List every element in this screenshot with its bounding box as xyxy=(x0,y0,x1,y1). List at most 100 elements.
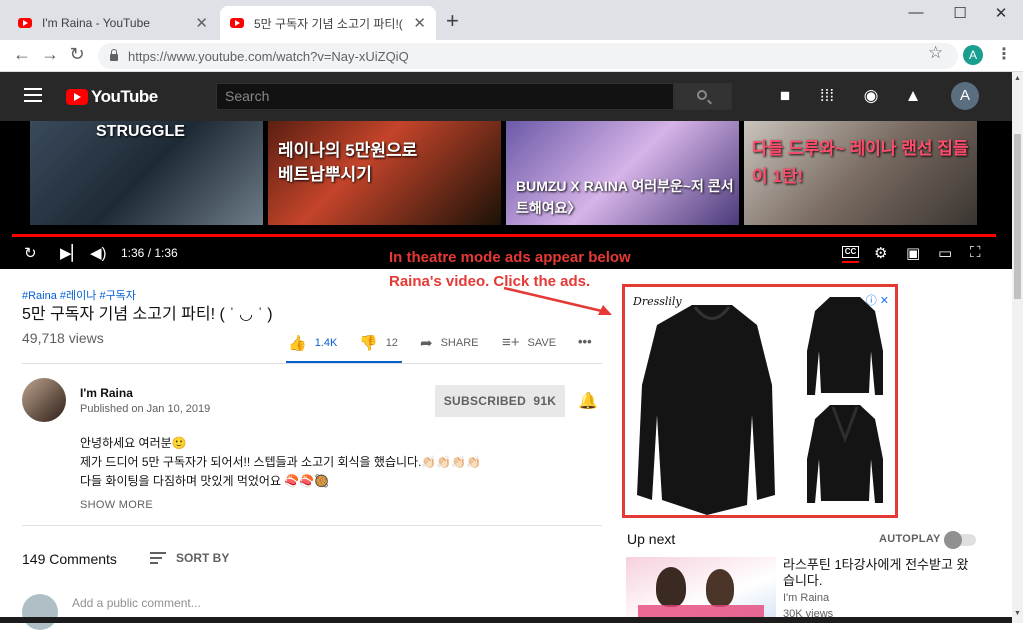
bookmark-star-icon[interactable]: ☆ xyxy=(928,43,943,63)
taskbar-edge xyxy=(0,617,1012,623)
subtitles-active-indicator xyxy=(842,261,859,263)
endscreen-video-3[interactable]: BUMZU X RAINA 여러부운~저 콘서트해여요〉 xyxy=(506,121,739,225)
autoplay-toggle[interactable] xyxy=(944,531,976,549)
logo-text: YouTube xyxy=(91,87,158,106)
up-next-heading: Up next xyxy=(627,531,676,547)
share-button[interactable]: ➦ SHARE xyxy=(420,334,478,352)
sort-label: SORT BY xyxy=(176,551,230,565)
next-video-thumbnail[interactable] xyxy=(626,557,776,623)
lock-icon xyxy=(110,49,118,61)
tab-title: I'm Raina - YouTube xyxy=(42,16,150,30)
subtitles-button[interactable]: CC xyxy=(842,246,859,258)
browser-toolbar: ← → ↻ https://www.youtube.com/watch?v=Na… xyxy=(0,40,1023,72)
scrollbar-thumb[interactable] xyxy=(1014,134,1021,299)
page-scrollbar[interactable]: ▲ ▼ xyxy=(1012,72,1023,623)
tab-close-icon[interactable]: ✕ xyxy=(413,14,426,32)
forward-arrow-icon[interactable]: → xyxy=(38,44,62,65)
sort-by-button[interactable]: SORT BY xyxy=(150,551,229,565)
replay-icon[interactable]: ↻ xyxy=(24,244,37,262)
display-ad[interactable]: Dresslily ⓘ ✕ xyxy=(622,284,898,518)
publish-date: Published on Jan 10, 2019 xyxy=(80,403,211,415)
close-window-button[interactable]: ✕ xyxy=(986,4,1016,22)
next-video-icon[interactable]: ▶▏ xyxy=(60,244,83,262)
comments-count: 149 Comments xyxy=(22,551,117,567)
channel-name[interactable]: I'm Raina xyxy=(80,386,133,400)
profile-avatar[interactable]: A xyxy=(963,45,983,65)
youtube-favicon-icon xyxy=(18,18,32,28)
account-avatar[interactable]: A xyxy=(951,82,979,110)
time-display: 1:36 / 1:36 xyxy=(121,246,178,260)
theatre-mode-icon[interactable]: ▭ xyxy=(938,244,952,262)
progress-bar[interactable] xyxy=(12,234,996,237)
sort-icon xyxy=(150,552,166,564)
endscreen-video-2[interactable]: 레이나의 5만원으로 베트남뿌시기 xyxy=(268,121,501,225)
tab-im-raina[interactable]: I'm Raina - YouTube ✕ xyxy=(8,6,218,40)
next-video-title[interactable]: 라스푸틴 1타강사에게 전수받고 왔습니다. xyxy=(783,557,973,589)
miniplayer-icon[interactable]: ▣ xyxy=(906,244,920,262)
show-more-button[interactable]: SHOW MORE xyxy=(80,499,153,511)
messages-icon[interactable]: ◉ xyxy=(860,86,882,106)
search-button[interactable] xyxy=(674,83,732,110)
notification-bell-icon[interactable]: 🔔 xyxy=(578,391,598,411)
youtube-logo[interactable]: YouTube xyxy=(66,87,158,107)
ad-product-image xyxy=(637,305,775,515)
subscribe-label: SUBSCRIBED xyxy=(443,394,527,408)
tab-video[interactable]: 5만 구독자 기념 소고기 파티!( ˈ ◡ ˈ ) - YouTube ✕ xyxy=(220,6,436,40)
new-tab-button[interactable]: + xyxy=(446,8,459,34)
like-button[interactable]: 👍 1.4K xyxy=(288,334,337,352)
toggle-knob xyxy=(944,531,962,549)
reload-icon[interactable]: ↻ xyxy=(65,44,89,65)
maximize-button[interactable]: ☐ xyxy=(945,4,975,22)
user-avatar xyxy=(22,594,58,630)
save-button[interactable]: ≡+ SAVE xyxy=(502,334,556,351)
fullscreen-icon[interactable]: ⛶ xyxy=(970,244,981,261)
like-count: 1.4K xyxy=(314,337,338,349)
video-description: 안녕하세요 여러분🙂 제가 드디어 5만 구독자가 되어서!! 스텝들과 소고기… xyxy=(80,434,481,491)
apps-grid-icon[interactable]: ⁞⁞⁞ xyxy=(816,86,838,106)
notifications-bell-icon[interactable]: ▲ xyxy=(902,86,924,106)
create-video-icon[interactable]: ■ xyxy=(774,86,796,106)
address-bar[interactable]: https://www.youtube.com/watch?v=Nay-xUiZ… xyxy=(98,43,958,69)
scroll-up-arrow-icon[interactable]: ▲ xyxy=(1014,75,1021,82)
thumbs-down-icon: 👎 xyxy=(359,335,378,352)
url-text: https://www.youtube.com/watch?v=Nay-xUiZ… xyxy=(128,48,409,64)
endscreen-caption: 레이나의 5만원으로 베트남뿌시기 xyxy=(278,141,418,184)
subscriber-count: 91K xyxy=(533,394,557,408)
endscreen-caption: BUMZU X RAINA 여러부운~저 콘서트해여요〉 xyxy=(516,178,734,216)
description-line: 제가 드디어 5만 구독자가 되어서!! 스텝들과 소고기 회식을 했습니다.👏… xyxy=(80,455,482,469)
back-arrow-icon[interactable]: ← xyxy=(10,44,34,65)
tab-title: 5만 구독자 기념 소고기 파티!( ˈ ◡ ˈ ) - YouTube xyxy=(254,16,407,31)
settings-gear-icon[interactable]: ⚙ xyxy=(874,244,887,262)
divider xyxy=(22,363,602,364)
channel-avatar[interactable] xyxy=(22,378,66,422)
browser-menu-icon[interactable]: ⋮ xyxy=(996,44,1012,64)
share-arrow-icon: ➦ xyxy=(420,335,433,352)
search-input[interactable]: Search xyxy=(216,83,674,110)
scroll-down-arrow-icon[interactable]: ▼ xyxy=(1014,610,1021,617)
browser-tab-bar: I'm Raina - YouTube ✕ 5만 구독자 기념 소고기 파티!(… xyxy=(0,0,1023,40)
endscreen-caption: 다들 드루와~ 레이나 랜선 집들이 1탄! xyxy=(752,139,969,186)
volume-icon[interactable]: ◀) xyxy=(90,244,107,262)
divider xyxy=(22,525,602,526)
youtube-favicon-icon xyxy=(230,18,244,28)
thumbnail-figure xyxy=(656,567,686,607)
thumbnail-figure xyxy=(706,569,734,607)
dislike-count: 12 xyxy=(385,337,398,349)
more-actions-icon[interactable]: ••• xyxy=(578,334,592,349)
endscreen-video-1[interactable]: STRUGGLE xyxy=(30,121,263,225)
annotation-arrow-icon xyxy=(503,286,612,315)
endscreen-video-4[interactable]: 다들 드루와~ 레이나 랜선 집들이 1탄! xyxy=(744,121,977,225)
youtube-play-icon xyxy=(66,89,88,105)
comment-input[interactable]: Add a public comment... xyxy=(72,596,201,610)
ad-product-image xyxy=(807,297,883,395)
playlist-add-icon: ≡+ xyxy=(502,334,520,351)
minimize-button[interactable]: — xyxy=(901,4,931,21)
youtube-masthead: YouTube Search ■ ⁞⁞⁞ ◉ ▲ A xyxy=(0,72,1012,121)
subscribed-button[interactable]: SUBSCRIBED 91K xyxy=(435,385,565,417)
dislike-button[interactable]: 👎 12 xyxy=(359,334,398,352)
search-icon xyxy=(697,90,707,100)
endscreen-caption: STRUGGLE xyxy=(96,123,185,140)
next-video-channel[interactable]: I'm Raina xyxy=(783,592,829,604)
hamburger-menu-icon[interactable] xyxy=(24,88,42,102)
tab-close-icon[interactable]: ✕ xyxy=(195,14,208,32)
